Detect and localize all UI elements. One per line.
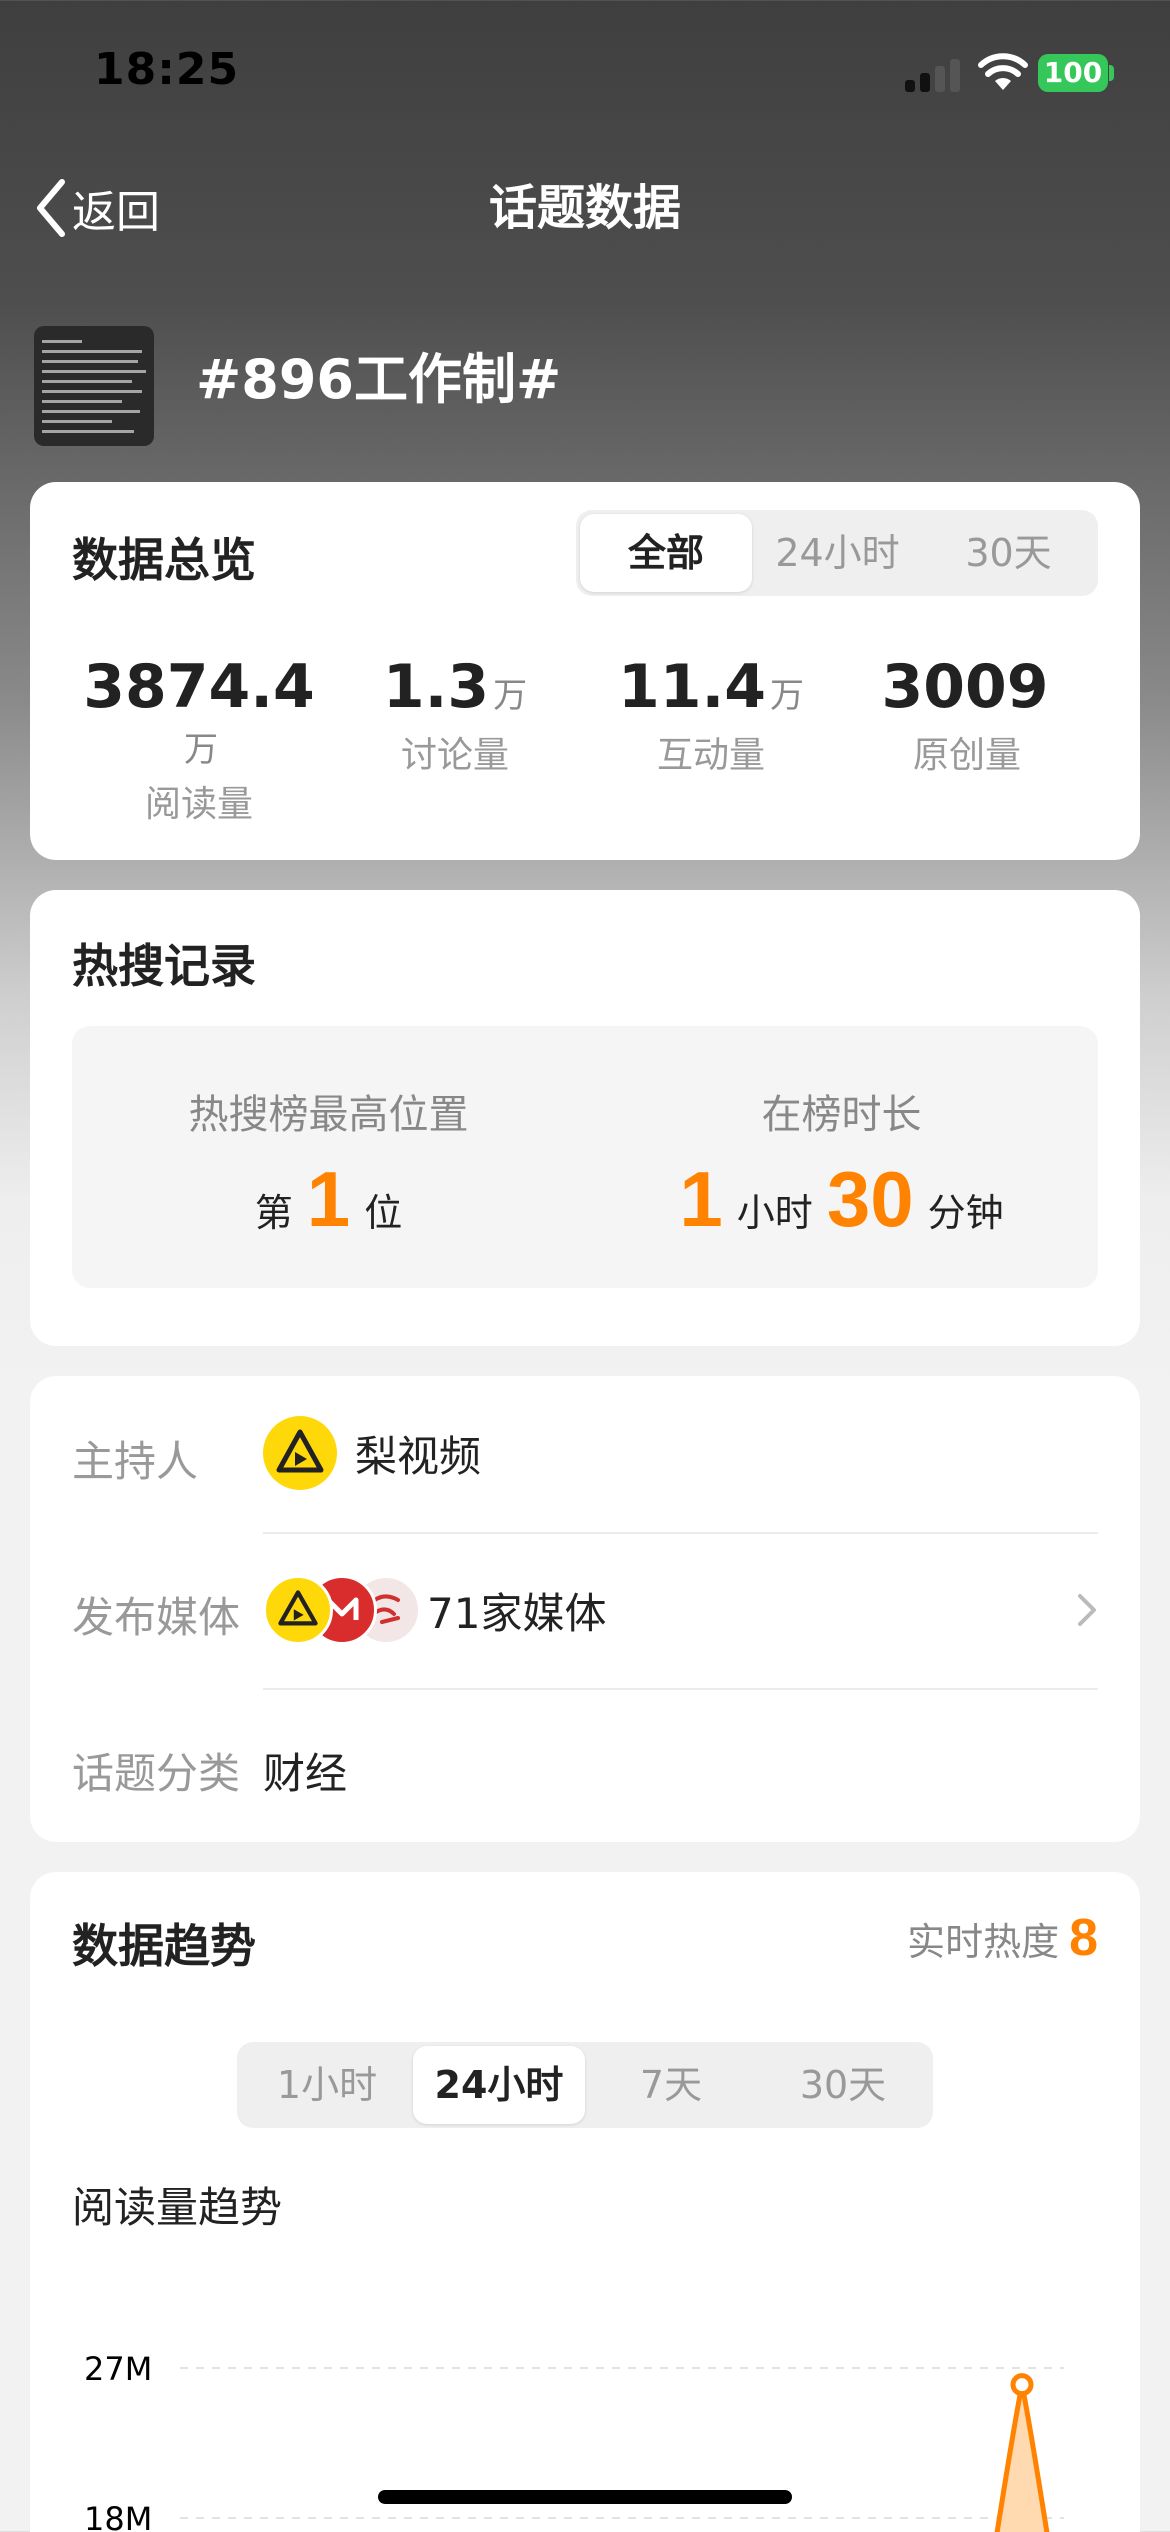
tab-1h[interactable]: 1小时	[241, 2046, 413, 2124]
avatar	[263, 1575, 333, 1645]
stat-unit: 万	[493, 676, 528, 716]
media-count: 71家媒体	[427, 1588, 607, 1638]
stat-value: 11.4	[617, 652, 767, 722]
host-label: 主持人	[72, 1437, 199, 1486]
topic-title: #896工作制#	[196, 348, 562, 411]
stat-interactions: 11.4 万 互动量	[581, 652, 841, 778]
stat-label: 讨论量	[400, 735, 509, 776]
category-value: 财经	[263, 1749, 348, 1798]
cellular-signal-icon	[905, 59, 960, 92]
trend-title: 数据趋势	[72, 1919, 256, 1973]
rank-value: 1	[306, 1155, 351, 1243]
chevron-left-icon	[37, 179, 65, 237]
battery-indicator: 100	[1038, 54, 1108, 92]
realtime-heat: 实时热度 8	[907, 1908, 1098, 1968]
chevron-right-icon	[1078, 1594, 1096, 1626]
tab-24h[interactable]: 24小时	[413, 2046, 585, 2124]
tab-30d[interactable]: 30天	[757, 2046, 929, 2124]
divider	[263, 1532, 1098, 1534]
stat-label: 阅读量	[144, 784, 253, 825]
tab-7d[interactable]: 7天	[585, 2046, 757, 2124]
heat-value: 8	[1069, 1909, 1098, 1967]
stat-value: 1.3	[382, 652, 490, 722]
home-indicator	[378, 2490, 792, 2504]
chart-title: 阅读量趋势	[72, 2183, 283, 2232]
stat-value: 3009	[881, 652, 1049, 722]
rank-prefix: 第	[254, 1191, 293, 1235]
wifi-icon	[978, 53, 1028, 90]
divider	[263, 1688, 1098, 1690]
category-label: 话题分类	[72, 1749, 241, 1798]
overview-card: 数据总览 全部 24小时 30天 3874.4万 阅读量 1.3 万 讨论量 11…	[30, 482, 1140, 860]
stat-reads: 3874.4 万 阅读量	[69, 652, 329, 827]
tab-30d[interactable]: 30天	[923, 514, 1094, 592]
pear-video-logo	[278, 1590, 318, 1626]
hot-search-card: 热搜记录 热搜榜最高位置 第 1 位 在榜时长 1 小时 30 分钟	[30, 890, 1140, 1346]
stat-label: 原创量	[912, 735, 1021, 776]
heat-label: 实时热度	[907, 1920, 1060, 1964]
topic-thumbnail[interactable]	[34, 326, 154, 446]
back-button[interactable]: 返回	[34, 178, 160, 238]
duration-label: 在榜时长	[761, 1092, 922, 1138]
hours-value: 1	[679, 1155, 723, 1243]
pear-video-logo	[263, 1416, 337, 1490]
tab-24h[interactable]: 24小时	[752, 514, 923, 592]
hot-rank: 热搜榜最高位置 第 1 位	[72, 1082, 585, 1245]
trend-tabs: 1小时 24小时 7天 30天	[237, 2042, 933, 2128]
battery-tip	[1109, 65, 1114, 81]
host-name: 梨视频	[355, 1431, 482, 1481]
media-label: 发布媒体	[72, 1593, 241, 1642]
stat-unit: 万	[770, 676, 805, 716]
status-time: 18:25	[94, 44, 240, 95]
hot-search-title: 热搜记录	[72, 939, 256, 993]
rank-label: 热搜榜最高位置	[188, 1092, 469, 1138]
trend-peak-point[interactable]	[1010, 2373, 1034, 2397]
hours-unit: 小时	[736, 1191, 813, 1235]
stat-value: 3874.4	[83, 652, 315, 722]
y-tick-label: 18M	[84, 2500, 152, 2532]
overview-title: 数据总览	[72, 533, 256, 587]
topic-info-card: 主持人 梨视频 发布媒体 71家媒体 话题分类 财经	[30, 1376, 1140, 1842]
host-row[interactable]: 梨视频	[263, 1416, 481, 1490]
page-title: 话题数据	[488, 180, 681, 236]
back-label: 返回	[72, 187, 160, 238]
stat-discussions: 1.3 万 讨论量	[325, 652, 585, 778]
hot-search-box: 热搜榜最高位置 第 1 位 在榜时长 1 小时 30 分钟	[72, 1026, 1098, 1288]
media-avatars	[263, 1573, 423, 1647]
trend-card: 数据趋势 实时热度 8 1小时 24小时 7天 30天 阅读量趋势 27M 18…	[30, 1872, 1140, 2532]
y-tick-label: 27M	[84, 2350, 152, 2388]
minutes-unit: 分钟	[927, 1191, 1004, 1235]
hot-duration: 在榜时长 1 小时 30 分钟	[585, 1082, 1098, 1245]
minutes-value: 30	[826, 1155, 914, 1243]
rank-suffix: 位	[364, 1191, 403, 1235]
stat-label: 互动量	[656, 735, 765, 776]
media-row[interactable]: 71家媒体	[263, 1570, 1098, 1650]
tab-all[interactable]: 全部	[580, 514, 752, 592]
stat-originals: 3009 原创量	[837, 652, 1097, 778]
overview-tabs: 全部 24小时 30天	[576, 510, 1098, 596]
stat-unit: 万	[184, 730, 218, 770]
